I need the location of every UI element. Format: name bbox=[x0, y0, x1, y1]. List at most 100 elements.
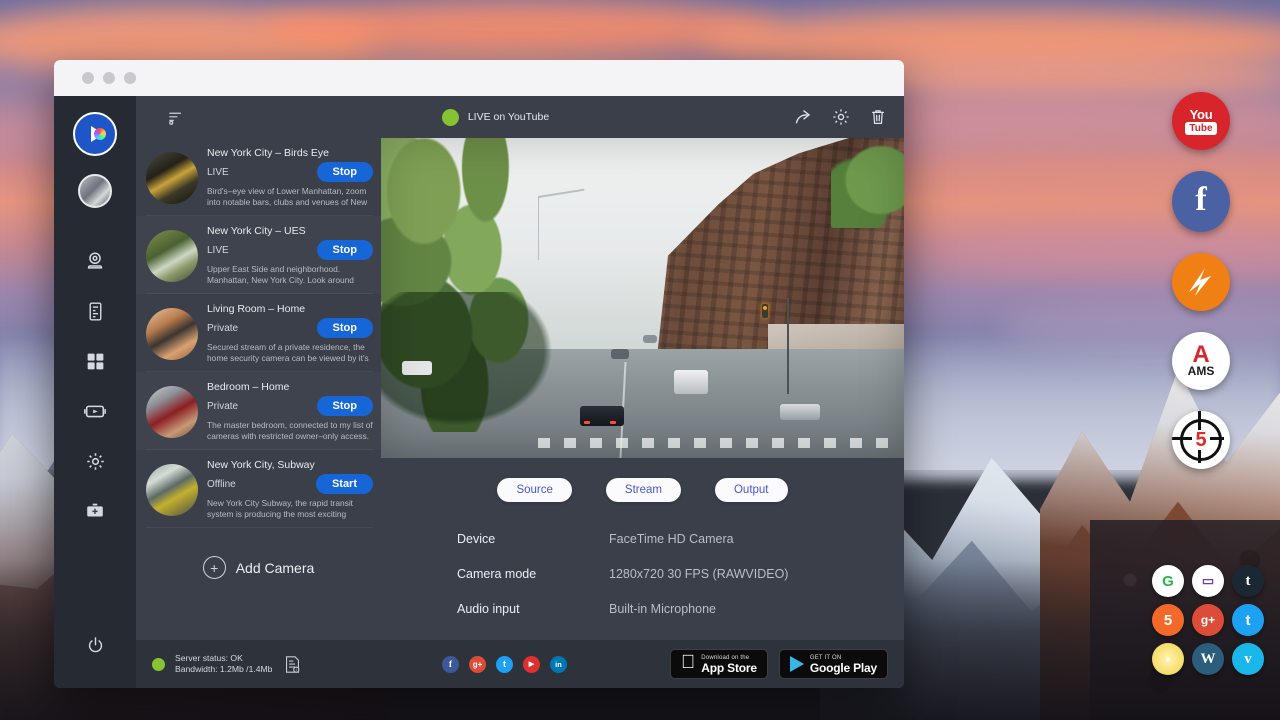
google-play-icon bbox=[790, 656, 804, 672]
snapchat-icon[interactable]: ● bbox=[1152, 643, 1184, 675]
toolbar: LIVE on YouTube bbox=[136, 96, 904, 138]
info-value: Built-in Microphone bbox=[609, 602, 716, 616]
app-window: LIVE on YouTube bbox=[54, 60, 904, 688]
info-value: 1280x720 30 FPS (RAWVIDEO) bbox=[609, 567, 788, 581]
app-store-badge[interactable]:  Download on the App Store bbox=[670, 649, 768, 679]
media-player-icon bbox=[83, 399, 107, 423]
sidebar-item-camera-sources[interactable] bbox=[70, 236, 120, 286]
play-triangle-icon bbox=[91, 126, 104, 142]
close-button[interactable] bbox=[82, 72, 94, 84]
camera-title: New York City, Subway bbox=[207, 458, 373, 471]
adobe-ams-icon[interactable]: A AMS bbox=[1172, 332, 1230, 390]
switcher-icon[interactable]: 5 bbox=[1152, 604, 1184, 636]
tab-source[interactable]: Source bbox=[497, 478, 571, 502]
linkedin-icon[interactable]: in bbox=[550, 656, 567, 673]
bandwidth-label: Bandwidth: 1.2Mb /1.4Mb bbox=[175, 664, 272, 675]
camera-description: The master bedroom, connected to my list… bbox=[207, 420, 373, 442]
server-status-indicator bbox=[152, 658, 165, 671]
sidebar-item-addons[interactable] bbox=[70, 486, 120, 536]
app-logo[interactable] bbox=[73, 112, 117, 156]
list-item[interactable]: Bedroom – Home Private Stop The master b… bbox=[136, 372, 381, 450]
tab-output[interactable]: Output bbox=[715, 478, 788, 502]
avatar[interactable] bbox=[78, 174, 112, 208]
youtube-icon[interactable]: ▶ bbox=[523, 656, 540, 673]
youtube-top-label: You bbox=[1190, 108, 1213, 121]
camera-action-button[interactable]: Stop bbox=[317, 396, 373, 416]
camera-status: LIVE bbox=[207, 167, 229, 178]
trash-icon[interactable] bbox=[868, 107, 888, 127]
camera-title: New York City – UES bbox=[207, 224, 373, 237]
tumblr-icon[interactable]: t bbox=[1232, 565, 1264, 597]
gear-icon[interactable] bbox=[831, 107, 851, 127]
camera-description: Upper East Side and neighborhood. Manhat… bbox=[207, 264, 373, 286]
list-item[interactable]: New York City – UES LIVE Stop Upper East… bbox=[136, 216, 381, 294]
cloud bbox=[260, 0, 780, 58]
add-camera-button[interactable]: + Add Camera bbox=[136, 528, 381, 579]
sidebar-item-power[interactable] bbox=[70, 620, 120, 670]
table-row: Audio input Built-in Microphone bbox=[457, 602, 904, 616]
plus-icon: + bbox=[203, 556, 226, 579]
sort-filter-icon[interactable] bbox=[167, 109, 184, 126]
twitch-icon[interactable]: ▭ bbox=[1192, 565, 1224, 597]
zoom-button[interactable] bbox=[124, 72, 136, 84]
share-arrow-icon[interactable] bbox=[793, 107, 814, 128]
list-item[interactable]: New York City – Birds Eye LIVE Stop Bird… bbox=[136, 138, 381, 216]
camera-status: Private bbox=[207, 401, 238, 412]
video-preview[interactable] bbox=[381, 138, 904, 458]
camera-description: Secured stream of a private residence, t… bbox=[207, 342, 373, 364]
wowza-icon[interactable] bbox=[1172, 253, 1230, 311]
color-wheel-icon bbox=[94, 128, 106, 140]
camera-description: Bird's–eye view of Lower Manhattan, zoom… bbox=[207, 186, 373, 208]
sidebar-rail bbox=[54, 96, 136, 688]
sidebar-item-dashboard[interactable] bbox=[70, 336, 120, 386]
google-plus-icon[interactable]: g+ bbox=[1192, 604, 1224, 636]
google-play-badge[interactable]: GET IT ON Google Play bbox=[779, 649, 888, 679]
grabyo-icon[interactable]: G bbox=[1152, 565, 1184, 597]
camera-thumbnail bbox=[146, 230, 198, 282]
apple-icon:  bbox=[681, 653, 695, 672]
lightning-bolt-icon bbox=[1181, 262, 1221, 302]
log-document-icon[interactable]: i bbox=[284, 655, 301, 674]
camera-action-button[interactable]: Start bbox=[316, 474, 373, 494]
youtube-icon[interactable]: You Tube bbox=[1172, 92, 1230, 150]
camera-title: Living Room – Home bbox=[207, 302, 373, 315]
twitter-icon[interactable]: t bbox=[496, 656, 513, 673]
wordpress-icon[interactable]: W bbox=[1192, 643, 1224, 675]
ams-label: AMS bbox=[1188, 365, 1215, 377]
list-item[interactable]: New York City, Subway Offline Start New … bbox=[136, 450, 381, 528]
sidebar-item-settings[interactable] bbox=[70, 436, 120, 486]
facebook-icon[interactable]: f bbox=[442, 656, 459, 673]
list-item[interactable]: Living Room – Home Private Stop Secured … bbox=[136, 294, 381, 372]
camera-action-button[interactable]: Stop bbox=[317, 318, 373, 338]
sidebar-item-notes[interactable] bbox=[70, 286, 120, 336]
tab-stream[interactable]: Stream bbox=[606, 478, 681, 502]
camera-thumbnail bbox=[146, 386, 198, 438]
svg-text:i: i bbox=[296, 666, 297, 671]
wirecast-icon[interactable]: 5 bbox=[1172, 411, 1230, 469]
twitter-icon[interactable]: t bbox=[1232, 604, 1264, 636]
document-icon bbox=[85, 301, 106, 322]
gear-glyph bbox=[831, 107, 851, 127]
app-store-title: App Store bbox=[701, 662, 757, 674]
sidebar-item-broadcasts[interactable] bbox=[70, 386, 120, 436]
detail-pane: Source Stream Output Device FaceTime HD … bbox=[381, 138, 904, 640]
info-value: FaceTime HD Camera bbox=[609, 532, 734, 546]
facebook-icon[interactable]: f bbox=[1172, 171, 1230, 232]
minimize-button[interactable] bbox=[103, 72, 115, 84]
vimeo-icon[interactable]: v bbox=[1232, 643, 1264, 675]
camera-action-button[interactable]: Stop bbox=[317, 162, 373, 182]
table-row: Camera mode 1280x720 30 FPS (RAWVIDEO) bbox=[457, 567, 904, 581]
google-plus-icon[interactable]: g+ bbox=[469, 656, 486, 673]
power-icon bbox=[86, 636, 105, 655]
app-store-subtitle: Download on the bbox=[701, 655, 757, 661]
google-play-title: Google Play bbox=[810, 662, 877, 674]
camera-thumbnail bbox=[146, 464, 198, 516]
gear-icon bbox=[85, 451, 106, 472]
video-vignette bbox=[381, 138, 904, 458]
camera-thumbnail bbox=[146, 308, 198, 360]
camera-status: Private bbox=[207, 323, 238, 334]
live-status-label: LIVE on YouTube bbox=[468, 111, 549, 123]
camera-action-button[interactable]: Stop bbox=[317, 240, 373, 260]
desktop-dock: You Tube f A AMS 5 bbox=[1172, 92, 1236, 469]
detail-tabs: Source Stream Output bbox=[381, 458, 904, 502]
